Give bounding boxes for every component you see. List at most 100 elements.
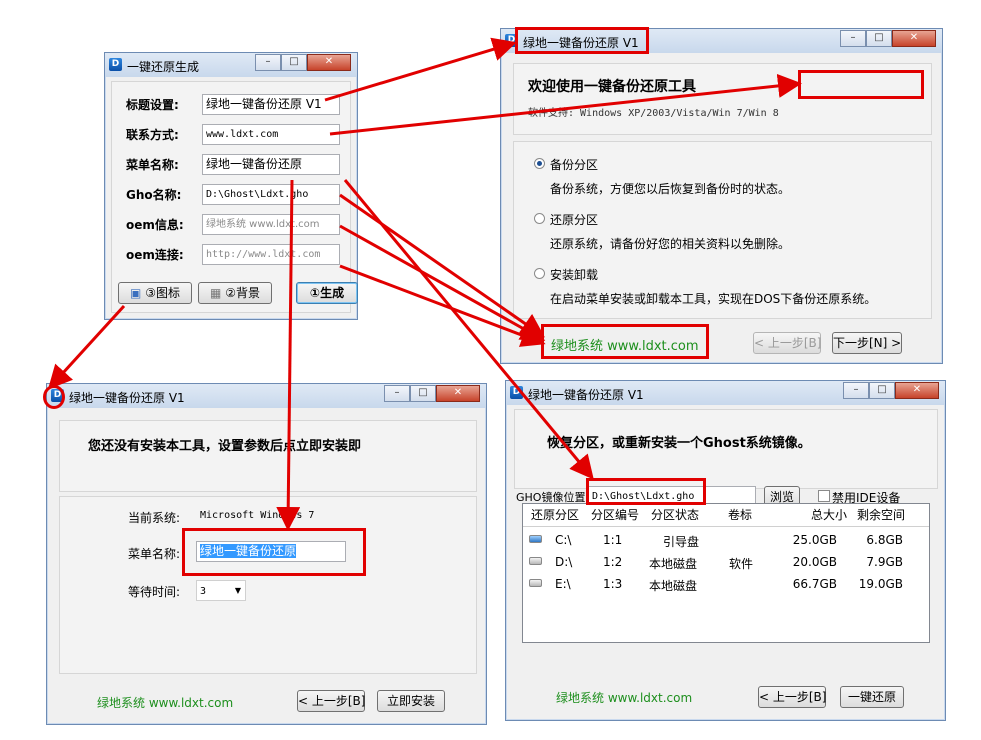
highlight-menu-name xyxy=(182,528,366,576)
window-buttons: – □ ✕ xyxy=(843,382,939,399)
row-total: 66.7GB xyxy=(792,577,837,591)
wait-select[interactable]: 3 ▼ xyxy=(196,580,246,601)
maximize-button[interactable]: □ xyxy=(281,54,307,71)
close-button[interactable]: ✕ xyxy=(307,54,351,71)
install-option-label[interactable]: 安装卸载 xyxy=(550,266,598,283)
col-total-size[interactable]: 总大小 xyxy=(787,504,847,526)
restore-window: D 绿地一键备份还原 V1 – □ ✕ 恢复分区，或重新安装一个Ghost系统镜… xyxy=(505,380,946,721)
col-restore-partition[interactable]: 还原分区 xyxy=(527,504,583,526)
restore-heading: 恢复分区，或重新安装一个Ghost系统镜像。 xyxy=(547,436,811,451)
highlight-app-icon xyxy=(43,385,65,409)
window-buttons: – □ ✕ xyxy=(255,54,351,71)
col-partition-state[interactable]: 分区状态 xyxy=(645,504,705,526)
row-state: 引导盘 xyxy=(663,535,700,549)
table-row[interactable]: E:\ 1:3 本地磁盘 66.7GB 19.0GB xyxy=(523,574,929,594)
row-num: 1:2 xyxy=(603,555,623,569)
minimize-button[interactable]: – xyxy=(255,54,281,71)
gho-name-label: Gho名称: xyxy=(126,188,182,202)
row-free: 6.8GB xyxy=(866,533,903,547)
highlight-gho-path xyxy=(586,478,706,505)
prev-button[interactable]: < 上一步[B] xyxy=(758,686,826,708)
highlight-oem-text xyxy=(541,324,709,359)
install-heading-panel: 您还没有安装本工具，设置参数后点立即安装即 xyxy=(59,420,477,492)
dropdown-arrow-icon: ▼ xyxy=(234,586,241,595)
system-drive-icon xyxy=(529,535,542,543)
close-button[interactable]: ✕ xyxy=(436,385,480,402)
install-titlebar[interactable]: D 绿地一键备份还原 V1 – □ ✕ xyxy=(47,384,486,408)
oem-text[interactable]: 绿地系统 www.ldxt.com xyxy=(97,694,233,711)
minimize-button[interactable]: – xyxy=(384,385,410,402)
row-total: 25.0GB xyxy=(792,533,837,547)
col-free-space[interactable]: 剩余空间 xyxy=(853,504,909,526)
contact-label: 联系方式: xyxy=(126,128,179,142)
restore-option-desc: 还原系统，请备份好您的相关资料以免删除。 xyxy=(550,237,791,251)
partition-table[interactable]: 还原分区 分区编号 分区状态 卷标 总大小 剩余空间 C:\ 1:1 引导盘 2… xyxy=(522,503,930,643)
background-button-label: ②背景 xyxy=(225,286,260,300)
support-text: 软件支持: Windows XP/2003/Vista/Win 7/Win 8 xyxy=(528,108,779,119)
install-settings-panel: 当前系统: Microsoft Windows 7 菜单名称: 绿地一键备份还原… xyxy=(59,496,477,674)
backup-option-label[interactable]: 备份分区 xyxy=(550,156,598,173)
welcome-heading: 欢迎使用一键备份还原工具 xyxy=(528,79,696,95)
hard-drive-icon xyxy=(529,557,542,565)
icon-button[interactable]: ▣ ③图标 xyxy=(118,282,192,304)
install-button[interactable]: 立即安装 xyxy=(377,690,445,712)
os-label: 当前系统: xyxy=(128,511,181,525)
backup-radio[interactable] xyxy=(534,158,545,169)
menu-name-input[interactable]: 绿地一键备份还原 xyxy=(202,154,340,175)
oem-text[interactable]: 绿地系统 www.ldxt.com xyxy=(556,689,692,706)
disable-ide-checkbox[interactable] xyxy=(818,490,830,502)
restore-radio[interactable] xyxy=(534,213,545,224)
install-radio[interactable] xyxy=(534,268,545,279)
maximize-button[interactable]: □ xyxy=(410,385,436,402)
background-button[interactable]: ▦ ②背景 xyxy=(198,282,272,304)
config-title: 一键还原生成 xyxy=(127,60,200,74)
title-setting-label: 标题设置: xyxy=(126,98,179,112)
menu-label: 菜单名称: xyxy=(128,547,181,561)
row-state: 本地磁盘 xyxy=(649,579,698,593)
title-setting-input[interactable]: 绿地一键备份还原 V1 xyxy=(202,94,340,115)
restore-heading-panel: 恢复分区，或重新安装一个Ghost系统镜像。 xyxy=(514,409,938,489)
prev-button[interactable]: < 上一步[B] xyxy=(297,690,365,712)
maximize-button[interactable]: □ xyxy=(866,30,892,47)
hard-drive-icon xyxy=(529,579,542,587)
config-titlebar[interactable]: D 一键还原生成 – □ ✕ xyxy=(105,53,357,77)
window-buttons: – □ ✕ xyxy=(384,385,480,402)
image-icon: ▦ xyxy=(210,286,222,300)
restore-title: 绿地一键备份还原 V1 xyxy=(528,388,644,402)
contact-input[interactable]: www.ldxt.com xyxy=(202,124,340,145)
next-button[interactable]: 下一步[N] > xyxy=(832,332,902,354)
gho-name-input[interactable]: D:\Ghost\Ldxt.gho xyxy=(202,184,340,205)
install-title: 绿地一键备份还原 V1 xyxy=(69,391,185,405)
row-state: 本地磁盘 xyxy=(649,557,698,571)
restore-button[interactable]: 一键还原 xyxy=(840,686,904,708)
minimize-button[interactable]: – xyxy=(843,382,869,399)
picture-icon: ▣ xyxy=(130,286,142,300)
restore-option-label[interactable]: 还原分区 xyxy=(550,211,598,228)
row-free: 19.0GB xyxy=(858,577,903,591)
close-button[interactable]: ✕ xyxy=(892,30,936,47)
row-total: 20.0GB xyxy=(792,555,837,569)
table-row[interactable]: C:\ 1:1 引导盘 25.0GB 6.8GB xyxy=(523,530,929,550)
config-panel: 标题设置: 绿地一键备份还原 V1 联系方式: www.ldxt.com 菜单名… xyxy=(111,81,358,313)
menu-name-label: 菜单名称: xyxy=(126,158,179,172)
minimize-button[interactable]: – xyxy=(840,30,866,47)
generate-button[interactable]: ①生成 xyxy=(296,282,358,304)
highlight-contact-area xyxy=(798,70,924,99)
header-divider xyxy=(523,526,929,527)
col-volume-label[interactable]: 卷标 xyxy=(709,504,771,526)
wait-label: 等待时间: xyxy=(128,585,181,599)
restore-titlebar[interactable]: D 绿地一键备份还原 V1 – □ ✕ xyxy=(506,381,945,405)
table-row[interactable]: D:\ 1:2 本地磁盘 软件 20.0GB 7.9GB xyxy=(523,552,929,572)
oem-link-input[interactable]: http://www.ldxt.com xyxy=(202,244,340,265)
close-button[interactable]: ✕ xyxy=(895,382,939,399)
prev-button[interactable]: < 上一步[B] xyxy=(753,332,821,354)
row-drive: E:\ xyxy=(555,577,571,591)
install-heading: 您还没有安装本工具，设置参数后点立即安装即 xyxy=(88,439,362,454)
options-panel: 备份分区 备份系统，方便您以后恢复到备份时的状态。 还原分区 还原系统，请备份好… xyxy=(513,141,932,319)
maximize-button[interactable]: □ xyxy=(869,382,895,399)
icon-button-label: ③图标 xyxy=(145,286,180,300)
config-window: D 一键还原生成 – □ ✕ 标题设置: 绿地一键备份还原 V1 联系方式: w… xyxy=(104,52,358,320)
col-partition-number[interactable]: 分区编号 xyxy=(585,504,645,526)
oem-info-input[interactable]: 绿地系统 www.ldxt.com xyxy=(202,214,340,235)
app-icon: D xyxy=(510,386,523,399)
